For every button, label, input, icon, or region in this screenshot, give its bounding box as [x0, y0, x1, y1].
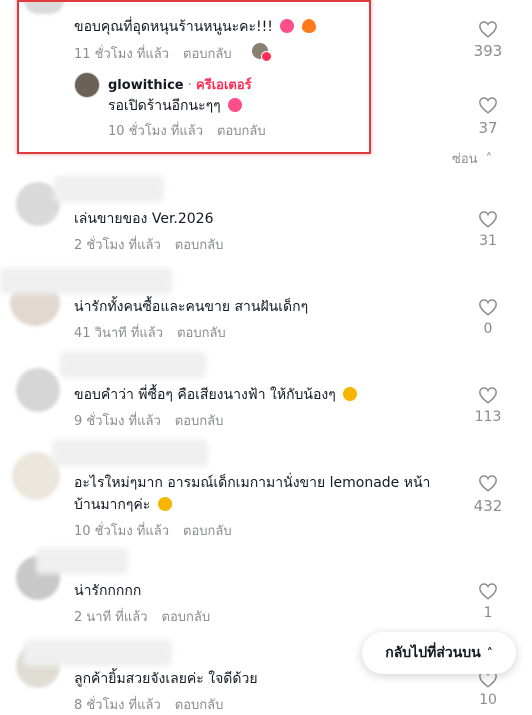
like-heart-icon[interactable]	[478, 582, 498, 600]
username-blurred[interactable]	[52, 440, 208, 466]
like-count: 10	[479, 692, 497, 708]
username-blurred[interactable]	[60, 352, 206, 378]
username-blurred[interactable]	[0, 268, 172, 294]
laughing-emoji-icon	[157, 497, 172, 511]
chevron-up-icon: ˄	[485, 152, 493, 167]
reply-button[interactable]: ตอบกลับ	[177, 326, 226, 341]
like-count: 0	[483, 321, 493, 337]
comment-text: ขอบคำว่า พี่ซื้อๆ คือเสียงนางฟ้า ให้กับน…	[74, 384, 358, 406]
like-count: 1	[483, 605, 493, 621]
comment-meta: 41 วินาที ที่แล้ว ตอบกลับ	[74, 322, 226, 343]
comment-meta: 10 ชั่วโมง ที่แล้ว ตอบกลับ	[74, 520, 232, 541]
timestamp: 9 ชั่วโมง ที่แล้ว	[74, 414, 161, 429]
like-count: 113	[474, 409, 502, 425]
like-count: 37	[478, 119, 498, 137]
reply-button[interactable]: ตอบกลับ	[175, 238, 224, 253]
reply-button[interactable]: ตอบกลับ	[175, 698, 224, 713]
comment-text: น่ารักกกกก	[74, 583, 142, 599]
comment-text-line-2: บ้านมากๆค่ะ	[74, 494, 172, 516]
reply-button[interactable]: ตอบกลับ	[183, 524, 232, 539]
username-blurred[interactable]	[54, 176, 164, 202]
like-heart-icon[interactable]	[478, 298, 498, 316]
comment-text: น่ารักทั้งคนซื้อและคนขาย สานฝันเด็กๆ	[74, 299, 309, 315]
like-heart-icon[interactable]	[478, 96, 498, 114]
reply-button[interactable]: ตอบกลับ	[175, 414, 224, 429]
timestamp: 2 ชั่วโมง ที่แล้ว	[74, 238, 161, 253]
comment-meta: 8 ชั่วโมง ที่แล้ว ตอบกลับ	[74, 694, 223, 715]
timestamp: 8 ชั่วโมง ที่แล้ว	[74, 698, 161, 713]
double-chevron-up-icon: ˄	[486, 646, 493, 660]
comment-meta: 2 ชั่วโมง ที่แล้ว ตอบกลับ	[74, 234, 223, 255]
like-heart-icon[interactable]	[478, 210, 498, 228]
highlight-box	[17, 0, 371, 154]
comment-meta: 9 ชั่วโมง ที่แล้ว ตอบกลับ	[74, 410, 223, 431]
comment-meta: 2 นาที ที่แล้ว ตอบกลับ	[74, 606, 210, 627]
like-heart-icon[interactable]	[478, 474, 498, 492]
timestamp: 41 วินาที ที่แล้ว	[74, 326, 164, 341]
like-heart-icon[interactable]	[478, 20, 498, 38]
timestamp: 10 ชั่วโมง ที่แล้ว	[74, 524, 170, 539]
like-count: 31	[479, 233, 497, 249]
reply-button[interactable]: ตอบกลับ	[162, 610, 211, 625]
smiling-hearts-emoji-icon	[343, 387, 358, 401]
hide-replies-button[interactable]: ซ่อน ˄	[452, 148, 492, 169]
timestamp: 2 นาที ที่แล้ว	[74, 610, 148, 625]
comment-text-line-1: อะไรใหม่ๆมาก อารมณ์เด็กเมกามานั่งขาย lem…	[74, 475, 431, 491]
username-blurred[interactable]	[36, 548, 128, 574]
back-to-top-button[interactable]: กลับไปที่ส่วนบน ˄	[362, 632, 516, 674]
like-count: 393	[473, 42, 503, 60]
comment-text: เล่นขายของ Ver.2026	[74, 211, 214, 227]
avatar[interactable]	[16, 368, 60, 412]
username-blurred[interactable]	[24, 640, 172, 666]
back-to-top-label: กลับไปที่ส่วนบน	[385, 645, 481, 661]
like-count: 432	[473, 497, 503, 515]
like-heart-icon[interactable]	[478, 386, 498, 404]
comment-text: ลูกค้ายิ้มสวยจังเลยค่ะ ใจดีด้วย	[74, 671, 258, 687]
